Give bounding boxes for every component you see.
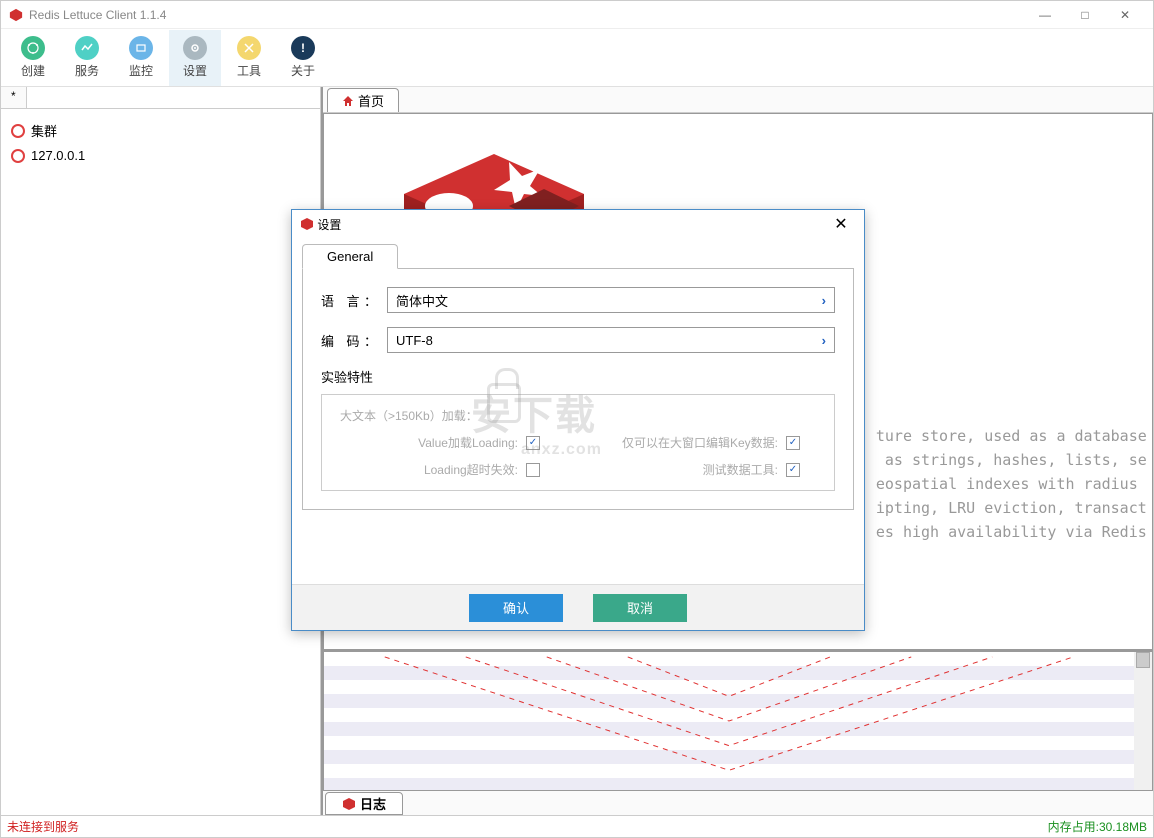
test-data-tool-checkbox[interactable]: ✓ bbox=[786, 463, 800, 477]
tab-home[interactable]: 首页 bbox=[327, 88, 399, 112]
tree-label: 集群 bbox=[31, 121, 57, 140]
experimental-fieldset: 实验特性 大文本（>150Kb）加载： Value加载Loading: ✓ Loa… bbox=[321, 367, 835, 491]
node-icon bbox=[11, 149, 25, 163]
encoding-label: 编 码： bbox=[321, 331, 377, 350]
tree-label: 127.0.0.1 bbox=[31, 148, 85, 163]
monitor-button[interactable]: 监控 bbox=[115, 30, 167, 86]
about-button[interactable]: ! 关于 bbox=[277, 30, 329, 86]
content-tabbar: 首页 bbox=[323, 87, 1153, 113]
status-connection: 未连接到服务 bbox=[7, 818, 79, 835]
sidebar: * 集群 127.0.0.1 bbox=[1, 87, 321, 815]
settings-dialog: 设置 ✕ General 语 言： 简体中文 › 编 码： UT bbox=[291, 209, 865, 631]
value-loading-checkbox[interactable]: ✓ bbox=[526, 436, 540, 450]
chevron-right-icon: › bbox=[822, 333, 826, 348]
toolbar-label: 设置 bbox=[183, 62, 207, 79]
status-memory: 内存占用:30.18MB bbox=[1048, 818, 1147, 835]
tree-cluster[interactable]: 集群 bbox=[9, 117, 312, 144]
checkbox-label: Value加载Loading: bbox=[418, 434, 518, 451]
dialog-title: 设置 bbox=[317, 216, 341, 233]
dialog-close-button[interactable]: ✕ bbox=[826, 214, 856, 234]
tools-button[interactable]: 工具 bbox=[223, 30, 275, 86]
tab-label: 首页 bbox=[358, 91, 384, 110]
chevron-right-icon: › bbox=[822, 293, 826, 308]
large-window-edit-checkbox[interactable]: ✓ bbox=[786, 436, 800, 450]
ok-button[interactable]: 确认 bbox=[469, 594, 563, 622]
services-button[interactable]: 服务 bbox=[61, 30, 113, 86]
dialog-icon bbox=[300, 217, 314, 231]
monitor-icon bbox=[129, 36, 153, 60]
dialog-footer: 确认 取消 bbox=[292, 584, 864, 630]
minimize-button[interactable]: — bbox=[1025, 1, 1065, 29]
home-icon bbox=[342, 95, 354, 107]
checkbox-label: 测试数据工具: bbox=[703, 461, 778, 478]
connection-tree: 集群 127.0.0.1 bbox=[1, 109, 320, 175]
loading-timeout-checkbox[interactable] bbox=[526, 463, 540, 477]
log-body bbox=[323, 651, 1153, 791]
dialog-titlebar: 设置 ✕ bbox=[292, 210, 864, 238]
select-value: UTF-8 bbox=[396, 333, 433, 348]
about-icon: ! bbox=[291, 36, 315, 60]
tab-log[interactable]: 日志 bbox=[325, 792, 403, 815]
log-icon bbox=[342, 797, 356, 811]
tab-label: 日志 bbox=[360, 794, 386, 813]
settings-button[interactable]: 设置 bbox=[169, 30, 221, 86]
settings-icon bbox=[183, 36, 207, 60]
select-value: 简体中文 bbox=[396, 291, 448, 310]
sidebar-tab-all[interactable]: * bbox=[1, 87, 27, 108]
toolbar-label: 工具 bbox=[237, 62, 261, 79]
cancel-button[interactable]: 取消 bbox=[593, 594, 687, 622]
tree-host-local[interactable]: 127.0.0.1 bbox=[9, 144, 312, 167]
log-pattern bbox=[324, 652, 1134, 790]
experimental-title: 实验特性 bbox=[321, 367, 835, 386]
language-label: 语 言： bbox=[321, 291, 377, 310]
toolbar-label: 关于 bbox=[291, 62, 315, 79]
main-toolbar: 创建 服务 监控 设置 工具 ! 关于 bbox=[1, 29, 1153, 87]
window-titlebar: Redis Lettuce Client 1.1.4 — □ ✕ bbox=[1, 1, 1153, 29]
tools-icon bbox=[237, 36, 261, 60]
log-scrollbar[interactable] bbox=[1134, 652, 1152, 790]
encoding-select[interactable]: UTF-8 › bbox=[387, 327, 835, 353]
sidebar-tabbar: * bbox=[1, 87, 320, 109]
create-icon bbox=[21, 36, 45, 60]
status-bar: 未连接到服务 内存占用:30.18MB bbox=[1, 815, 1153, 837]
dialog-pane: 语 言： 简体中文 › 编 码： UTF-8 › 实验特性 bbox=[302, 269, 854, 510]
close-button[interactable]: ✕ bbox=[1105, 1, 1145, 29]
toolbar-label: 创建 bbox=[21, 62, 45, 79]
language-select[interactable]: 简体中文 › bbox=[387, 287, 835, 313]
toolbar-label: 服务 bbox=[75, 62, 99, 79]
checkbox-label: 仅可以在大窗口编辑Key数据: bbox=[622, 434, 778, 451]
dialog-tabs: General bbox=[302, 244, 854, 269]
node-icon bbox=[11, 124, 25, 138]
maximize-button[interactable]: □ bbox=[1065, 1, 1105, 29]
window-title: Redis Lettuce Client 1.1.4 bbox=[29, 8, 166, 22]
app-icon bbox=[9, 8, 23, 22]
toolbar-label: 监控 bbox=[129, 62, 153, 79]
create-button[interactable]: 创建 bbox=[7, 30, 59, 86]
services-icon bbox=[75, 36, 99, 60]
largetext-label: 大文本（>150Kb）加载： bbox=[340, 407, 816, 424]
log-panel: 日志 bbox=[323, 650, 1153, 815]
tab-general[interactable]: General bbox=[302, 244, 398, 269]
checkbox-label: Loading超时失效: bbox=[424, 461, 518, 478]
